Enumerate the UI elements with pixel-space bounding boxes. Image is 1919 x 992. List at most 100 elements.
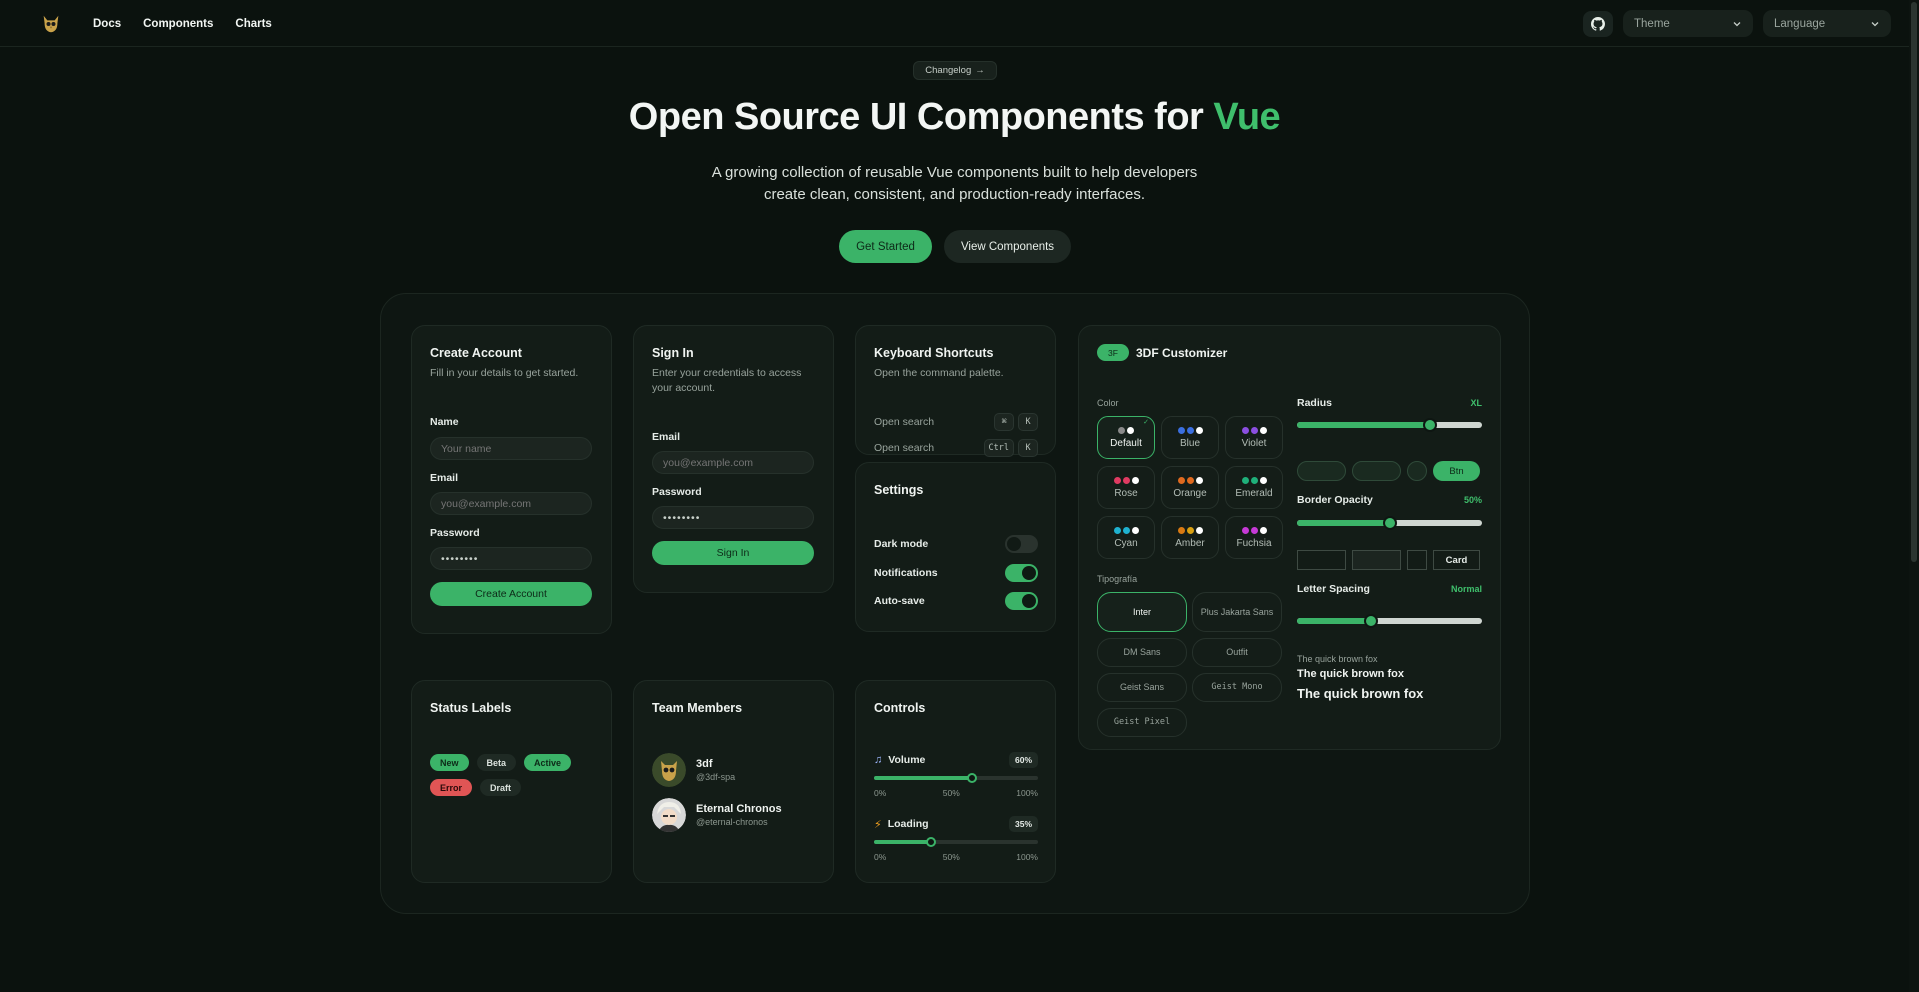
email-input[interactable] xyxy=(652,451,814,474)
check-icon: ✓ xyxy=(1143,419,1149,426)
sign-in-button[interactable]: Sign In xyxy=(652,541,814,565)
language-select[interactable]: Language xyxy=(1763,10,1891,37)
font-option-dm-sans[interactable]: DM Sans xyxy=(1097,638,1187,667)
password-input[interactable]: •••••••• xyxy=(652,506,814,529)
color-option-rose[interactable]: Rose xyxy=(1097,466,1155,509)
member-name: Eternal Chronos xyxy=(696,803,782,815)
card-description-line2: your account. xyxy=(652,382,716,394)
color-dots xyxy=(1118,426,1134,434)
slider-fill xyxy=(1297,520,1390,526)
color-dot xyxy=(1186,426,1194,434)
setting-dark-mode: Dark mode xyxy=(874,535,1038,553)
avatar xyxy=(652,798,686,832)
view-components-button[interactable]: View Components xyxy=(944,230,1071,263)
team-member[interactable]: 3df @3df-spa xyxy=(652,753,735,787)
color-option-label: Rose xyxy=(1114,487,1138,499)
shortcut-row[interactable]: Open search ⌘ K xyxy=(874,413,1038,431)
font-option-outfit[interactable]: Outfit xyxy=(1192,638,1282,667)
border-preview: Card xyxy=(1297,550,1480,570)
nav-components[interactable]: Components xyxy=(143,18,213,30)
color-option-amber[interactable]: Amber xyxy=(1161,516,1219,559)
name-input[interactable] xyxy=(430,437,592,460)
status-labels-card: Status Labels New Beta Active Error Draf… xyxy=(411,680,612,883)
font-sample-large: The quick brown fox xyxy=(1297,686,1424,701)
color-dot xyxy=(1259,426,1267,434)
toggle-knob xyxy=(1022,566,1036,580)
lightning-icon: ⚡ xyxy=(874,818,882,831)
color-option-fuchsia[interactable]: Fuchsia xyxy=(1225,516,1283,559)
slider-thumb[interactable] xyxy=(1423,418,1437,432)
github-button[interactable] xyxy=(1583,10,1613,37)
card-title: Controls xyxy=(874,701,926,715)
color-option-cyan[interactable]: Cyan xyxy=(1097,516,1155,559)
font-option-inter[interactable]: Inter xyxy=(1097,592,1187,632)
password-label: Password xyxy=(430,527,480,539)
slider-thumb[interactable] xyxy=(1383,516,1397,530)
color-option-emerald[interactable]: Emerald xyxy=(1225,466,1283,509)
slider-thumb[interactable] xyxy=(967,773,977,783)
slider-thumb[interactable] xyxy=(1364,614,1378,628)
color-dot xyxy=(1259,526,1267,534)
border-opacity-slider[interactable] xyxy=(1297,516,1482,530)
badge-active: Active xyxy=(524,754,572,771)
font-option-geist-sans[interactable]: Geist Sans xyxy=(1097,673,1187,702)
border-opacity-value: 50% xyxy=(1463,495,1482,505)
avatar xyxy=(652,753,686,787)
scrollbar-thumb[interactable] xyxy=(1911,2,1917,562)
loading-label: ⚡ Loading xyxy=(874,818,929,831)
color-option-label: Violet xyxy=(1241,437,1267,449)
color-dot xyxy=(1131,526,1139,534)
card-title: Create Account xyxy=(430,346,522,360)
color-dots xyxy=(1241,476,1267,484)
color-dots xyxy=(1177,526,1203,534)
font-option-geist-pixel[interactable]: Geist Pixel xyxy=(1097,708,1187,737)
radius-header: Radius XL xyxy=(1297,397,1482,409)
chevron-down-icon xyxy=(1871,21,1879,26)
badge-beta: Beta xyxy=(476,754,517,771)
toggle-knob xyxy=(1022,594,1036,608)
password-input[interactable]: •••••••• xyxy=(430,547,592,570)
color-option-label: Default xyxy=(1110,437,1142,449)
changelog-link[interactable]: Changelog → xyxy=(913,61,997,80)
page-scrollbar[interactable] xyxy=(1909,0,1919,992)
anime-avatar-icon xyxy=(652,798,686,832)
font-option-geist-mono[interactable]: Geist Mono xyxy=(1192,673,1282,702)
controls-card: Controls ♫ Volume 60% 0% 50% 100% ⚡ Loadin… xyxy=(855,680,1056,883)
letter-spacing-slider[interactable] xyxy=(1297,614,1482,628)
color-option-violet[interactable]: Violet xyxy=(1225,416,1283,459)
notifications-toggle[interactable] xyxy=(1005,564,1038,582)
color-option-orange[interactable]: Orange xyxy=(1161,466,1219,509)
shortcut-row[interactable]: Open search Ctrl K xyxy=(874,439,1038,457)
name-label: Name xyxy=(430,416,459,428)
color-option-default[interactable]: Default ✓ xyxy=(1097,416,1155,459)
color-dots xyxy=(1113,526,1139,534)
member-handle: @eternal-chronos xyxy=(696,817,768,827)
customizer-title: 3DF Customizer xyxy=(1136,346,1228,360)
loading-slider[interactable] xyxy=(874,837,1038,847)
radius-slider[interactable] xyxy=(1297,418,1482,432)
nav-docs[interactable]: Docs xyxy=(93,18,121,30)
dark-mode-toggle[interactable] xyxy=(1005,535,1038,553)
border-opacity-label: Border Opacity xyxy=(1297,494,1373,506)
color-option-blue[interactable]: Blue xyxy=(1161,416,1219,459)
get-started-button[interactable]: Get Started xyxy=(839,230,932,263)
volume-slider[interactable] xyxy=(874,773,1038,783)
nav-charts[interactable]: Charts xyxy=(235,18,271,30)
color-dot xyxy=(1186,476,1194,484)
theme-select[interactable]: Theme xyxy=(1623,10,1753,37)
team-member[interactable]: Eternal Chronos @eternal-chronos xyxy=(652,798,782,832)
card-title: Sign In xyxy=(652,346,694,360)
slider-thumb[interactable] xyxy=(926,837,936,847)
hero-subtitle-line1: A growing collection of reusable Vue com… xyxy=(711,164,1198,181)
color-dot xyxy=(1177,476,1185,484)
radius-preview-circle xyxy=(1407,461,1427,481)
owl-logo-icon[interactable] xyxy=(40,13,62,35)
language-select-label: Language xyxy=(1774,17,1826,30)
create-account-button[interactable]: Create Account xyxy=(430,582,592,606)
radius-preview-pill xyxy=(1352,461,1401,481)
setting-label: Notifications xyxy=(874,567,938,579)
color-dot xyxy=(1259,476,1267,484)
auto-save-toggle[interactable] xyxy=(1005,592,1038,610)
font-option-plus-jakarta[interactable]: Plus Jakarta Sans xyxy=(1192,592,1282,632)
email-input[interactable] xyxy=(430,492,592,515)
